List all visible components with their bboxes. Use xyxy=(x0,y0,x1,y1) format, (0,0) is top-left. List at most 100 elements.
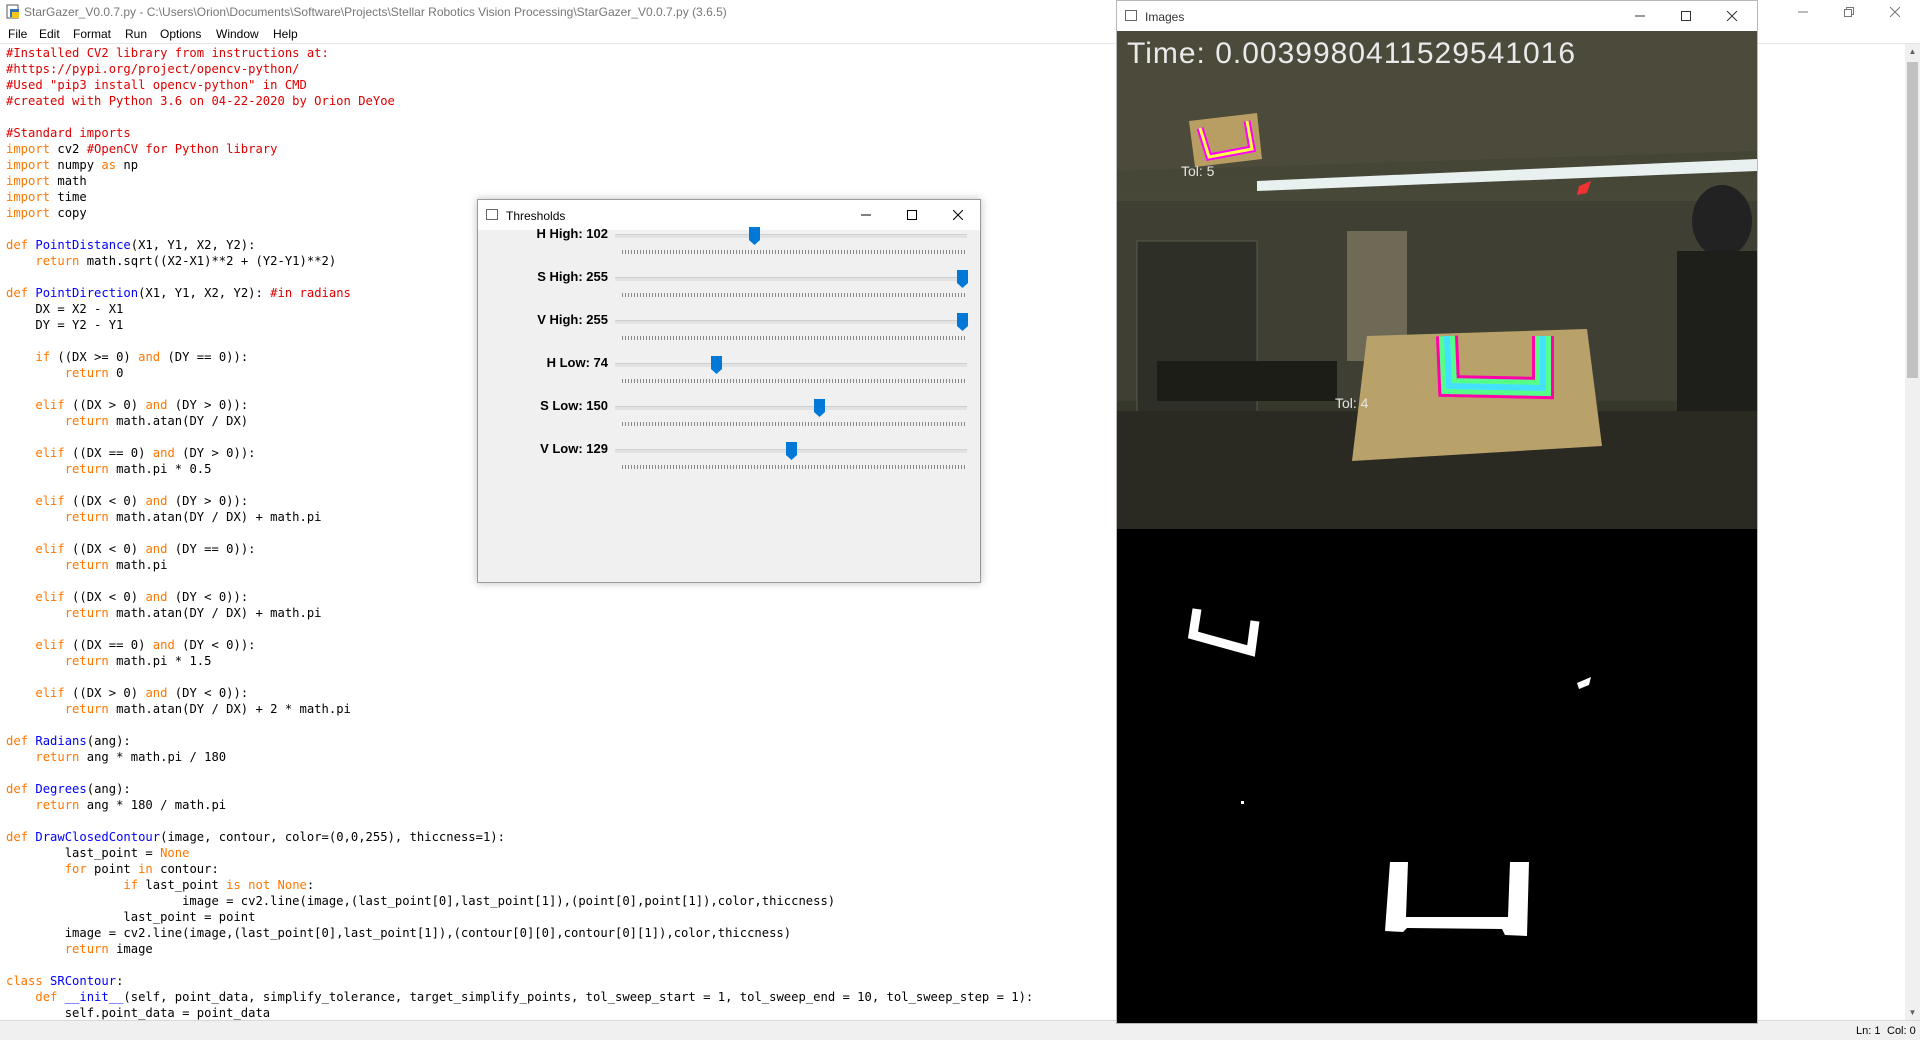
code-line[interactable]: def Radians(ang): xyxy=(6,733,131,749)
code-line[interactable]: if ((DX >= 0) and (DY == 0)): xyxy=(6,349,248,365)
code-line[interactable]: elif ((DX == 0) and (DY < 0)): xyxy=(6,637,255,653)
code-line[interactable]: #created with Python 3.6 on 04-22-2020 b… xyxy=(6,93,395,109)
code-line[interactable]: return math.atan(DY / DX) xyxy=(6,413,248,429)
code-line[interactable]: #Standard imports xyxy=(6,125,131,141)
close-icon xyxy=(953,210,963,220)
images-close-button[interactable] xyxy=(1709,4,1755,28)
images-window: Images Time: 0.0039980411529541016 Tol: … xyxy=(1116,0,1758,1024)
code-line[interactable]: return 0 xyxy=(6,365,124,381)
scrollbar-thumb[interactable] xyxy=(1907,62,1918,378)
code-line[interactable]: return ang * math.pi / 180 xyxy=(6,749,226,765)
images-minimize-button[interactable] xyxy=(1617,4,1663,28)
trackbar-ticks xyxy=(622,422,966,426)
code-token: elif xyxy=(35,590,65,604)
menu-file[interactable]: File xyxy=(8,27,27,41)
trackbar-thumb[interactable] xyxy=(748,227,760,245)
code-line[interactable]: #Used "pip3 install opencv-python" in CM… xyxy=(6,77,307,93)
menu-options[interactable]: Options xyxy=(160,27,201,41)
code-line[interactable]: def Degrees(ang): xyxy=(6,781,131,797)
code-line[interactable]: DY = Y2 - Y1 xyxy=(6,317,123,333)
trackbar-thumb[interactable] xyxy=(814,399,826,417)
code-token: PointDirection xyxy=(35,286,139,300)
code-line[interactable]: last_point = None xyxy=(6,845,190,861)
menu-help[interactable]: Help xyxy=(273,27,298,41)
code-token: self.point_data = point_data xyxy=(6,1006,271,1020)
code-line[interactable]: elif ((DX < 0) and (DY == 0)): xyxy=(6,541,255,557)
code-token: DX = X2 - X1 xyxy=(6,302,124,316)
code-line[interactable]: return math.atan(DY / DX) + math.pi xyxy=(6,605,322,621)
code-line[interactable]: elif ((DX > 0) and (DY < 0)): xyxy=(6,685,248,701)
code-token: and xyxy=(145,494,168,508)
code-line[interactable]: return math.pi * 1.5 xyxy=(6,653,212,669)
trackbar-thumb[interactable] xyxy=(785,442,797,460)
code-token: (DY < 0)): xyxy=(167,590,249,604)
scroll-down-icon[interactable]: ▼ xyxy=(1905,1005,1920,1020)
code-line[interactable]: self.point_data = point_data xyxy=(6,1005,270,1020)
code-line[interactable]: return ang * 180 / math.pi xyxy=(6,797,226,813)
code-token: def xyxy=(6,238,29,252)
code-line[interactable]: return math.sqrt((X2-X1)**2 + (Y2-Y1)**2… xyxy=(6,253,336,269)
menu-window[interactable]: Window xyxy=(216,27,259,41)
trackbar-track[interactable] xyxy=(615,363,967,367)
trackbar-label: H Low: 74 xyxy=(546,355,608,370)
trackbar-track[interactable] xyxy=(615,320,967,324)
trackbar-label: H High: 102 xyxy=(536,226,608,241)
code-line[interactable]: import cv2 #OpenCV for Python library xyxy=(6,141,278,157)
code-token: math.pi * 0.5 xyxy=(108,462,212,476)
menu-run[interactable]: Run xyxy=(125,27,147,41)
code-line[interactable]: import math xyxy=(6,173,87,189)
code-line[interactable]: return math.atan(DY / DX) + math.pi xyxy=(6,509,322,525)
code-line[interactable]: import numpy as np xyxy=(6,157,138,173)
code-token: : xyxy=(306,878,315,892)
code-token: __init__ xyxy=(64,990,124,1004)
code-line[interactable]: elif ((DX < 0) and (DY < 0)): xyxy=(6,589,248,605)
code-line[interactable]: #Installed CV2 library from instructions… xyxy=(6,45,329,61)
code-line[interactable]: return math.pi * 0.5 xyxy=(6,461,212,477)
code-line[interactable]: image = cv2.line(image,(last_point[0],la… xyxy=(6,925,791,941)
scroll-up-icon[interactable]: ▲ xyxy=(1905,44,1920,59)
code-line[interactable]: DX = X2 - X1 xyxy=(6,301,123,317)
code-line[interactable]: elif ((DX > 0) and (DY > 0)): xyxy=(6,397,248,413)
minimize-button[interactable] xyxy=(1780,0,1826,24)
code-line[interactable]: if last_point is not None: xyxy=(6,877,314,893)
images-maximize-button[interactable] xyxy=(1663,4,1709,28)
code-line[interactable]: elif ((DX == 0) and (DY > 0)): xyxy=(6,445,255,461)
code-line[interactable]: return math.atan(DY / DX) + 2 * math.pi xyxy=(6,701,351,717)
code-token: def xyxy=(6,782,29,796)
menu-format[interactable]: Format xyxy=(73,27,111,41)
code-token: #Installed CV2 library from instructions… xyxy=(6,46,329,60)
code-token: ((DX < 0) xyxy=(64,494,146,508)
menu-edit[interactable]: Edit xyxy=(39,27,60,41)
vertical-scrollbar[interactable]: ▲ ▼ xyxy=(1905,44,1920,1020)
code-line[interactable]: def DrawClosedContour(image, contour, co… xyxy=(6,829,505,845)
code-token: (image, contour, color=(0,0,255), thiccn… xyxy=(160,830,505,844)
trackbar-thumb[interactable] xyxy=(710,356,722,374)
code-line[interactable]: import copy xyxy=(6,205,87,221)
close-button[interactable] xyxy=(1872,0,1918,24)
trackbar-thumb[interactable] xyxy=(957,270,968,288)
code-line[interactable]: import time xyxy=(6,189,87,205)
restore-button[interactable] xyxy=(1826,0,1872,24)
code-line[interactable]: def PointDistance(X1, Y1, X2, Y2): xyxy=(6,237,256,253)
code-line[interactable]: #https://pypi.org/project/opencv-python/ xyxy=(6,61,300,77)
code-line[interactable]: last_point = point xyxy=(6,909,255,925)
code-line[interactable]: image = cv2.line(image,(last_point[0],la… xyxy=(6,893,835,909)
code-token: elif xyxy=(35,398,65,412)
trackbar-track[interactable] xyxy=(615,277,967,281)
trackbar-track[interactable] xyxy=(615,234,967,238)
code-line[interactable]: def __init__(self, point_data, simplify_… xyxy=(6,989,1033,1005)
trackbar-thumb[interactable] xyxy=(957,313,968,331)
trackbar-track[interactable] xyxy=(615,406,967,410)
code-line[interactable]: elif ((DX < 0) and (DY > 0)): xyxy=(6,493,248,509)
code-line[interactable]: class SRContour: xyxy=(6,973,123,989)
code-token: elif xyxy=(35,494,65,508)
code-line[interactable]: return math.pi xyxy=(6,557,168,573)
code-line[interactable]: for point in contour: xyxy=(6,861,219,877)
code-token: import xyxy=(6,174,51,188)
trackbar-label: S Low: 150 xyxy=(540,398,608,413)
code-line[interactable]: return image xyxy=(6,941,153,957)
code-line[interactable]: def PointDirection(X1, Y1, X2, Y2): #in … xyxy=(6,285,351,301)
